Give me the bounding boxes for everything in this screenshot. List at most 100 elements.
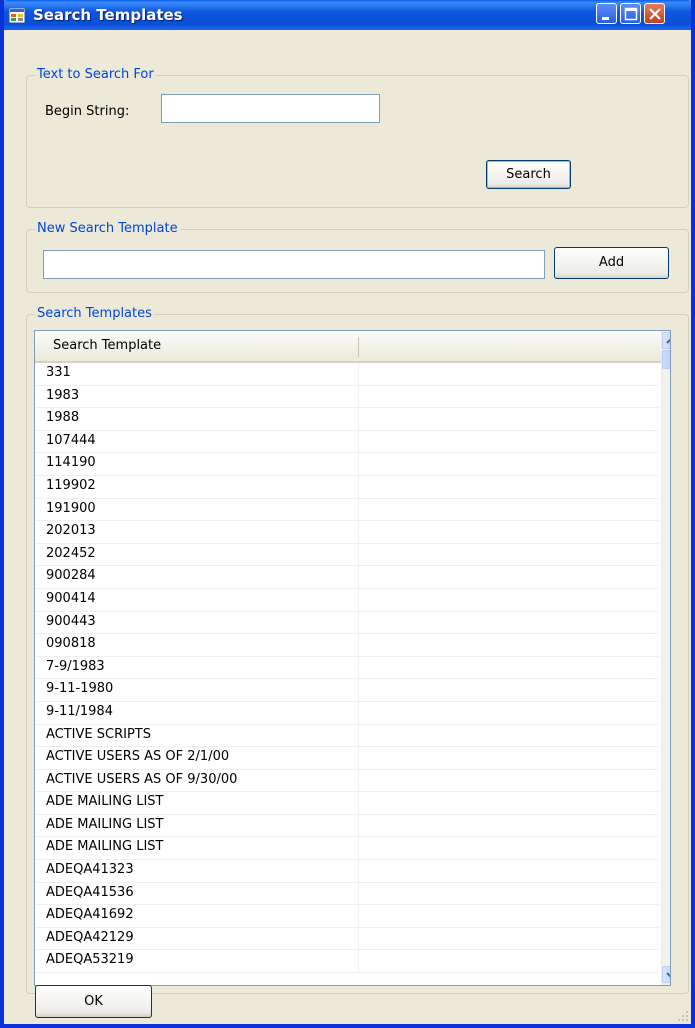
search-button[interactable]: Search [486,160,571,189]
row-template-text: 9-11-1980 [46,681,114,697]
table-row[interactable]: 7-9/1983 [35,656,659,680]
table-row[interactable]: ADEQA42129 [35,927,659,951]
begin-string-input[interactable] [161,94,380,123]
table-row[interactable]: 900284 [35,566,659,589]
row-template-text: 1988 [46,410,80,426]
table-row[interactable]: ACTIVE USERS AS OF 9/30/00 [35,769,659,793]
row-template-text: 191900 [46,500,96,516]
row-divider [358,905,359,927]
list-rows: 331 1983 1988 107444 114190 119902 191900 20201… [35,363,659,974]
row-divider [358,543,359,566]
table-row[interactable]: ACTIVE USERS AS OF 2/1/00 [35,747,659,770]
table-row[interactable]: 114190 [35,453,659,476]
row-template-text: 331 [46,365,71,380]
table-row[interactable]: 900443 [35,611,659,635]
chevron-down-icon [666,972,670,978]
table-row[interactable]: 331 [35,363,659,386]
minimize-button[interactable] [596,3,617,24]
table-row[interactable]: 9-11/1984 [35,701,659,725]
row-template-text: 900414 [46,590,96,606]
row-divider [358,792,359,814]
row-template-text: 900443 [46,613,96,629]
table-row[interactable]: 107444 [35,430,659,454]
column-divider[interactable] [358,337,359,357]
row-template-text: 202452 [46,545,96,561]
row-divider [358,363,359,385]
row-template-text: ACTIVE SCRIPTS [46,726,151,742]
row-template-text: ADE MAILING LIST [46,794,164,810]
templates-list[interactable]: Search Template 331 1983 1988 107444 114190 1… [34,330,671,986]
row-template-text: ADEQA41536 [46,884,134,900]
row-template-text: 7-9/1983 [46,658,105,674]
table-row[interactable]: 090818 [35,634,659,657]
row-divider [358,656,359,679]
table-row[interactable]: 1983 [35,385,659,409]
row-divider [358,724,359,747]
row-template-text: ADEQA53219 [46,952,134,968]
maximize-button[interactable] [620,3,641,24]
table-row[interactable]: ADE MAILING LIST [35,792,659,815]
scroll-down-button[interactable] [662,966,670,983]
table-row[interactable]: 1988 [35,408,659,431]
window-title: Search Templates [33,6,183,24]
vertical-scrollbar[interactable] [661,331,670,985]
row-template-text: ADEQA41323 [46,862,134,878]
row-divider [358,747,359,769]
row-divider [358,588,359,611]
table-row[interactable]: 9-11-1980 [35,679,659,702]
column-header-search-template[interactable]: Search Template [53,338,161,353]
scroll-thumb[interactable] [662,350,670,369]
table-row[interactable]: ACTIVE SCRIPTS [35,724,659,748]
row-divider [358,814,359,837]
table-row[interactable]: 900414 [35,588,659,612]
minimize-icon [602,17,609,20]
table-row[interactable]: ADEQA41323 [35,860,659,883]
row-divider [358,521,359,543]
row-divider [358,475,359,498]
table-row[interactable]: ADEQA41692 [35,905,659,928]
row-divider [358,430,359,453]
maximize-icon [624,7,638,21]
begin-string-label: Begin String: [45,104,130,119]
table-row[interactable]: ADE MAILING LIST [35,837,659,861]
close-button[interactable] [644,3,665,24]
resize-grip-icon[interactable] [677,1010,689,1022]
table-row[interactable]: ADEQA41536 [35,882,659,906]
add-button[interactable]: Add [554,247,669,279]
title-bar[interactable]: Search Templates [4,0,691,30]
row-template-text: 9-11/1984 [46,703,113,719]
row-template-text: ACTIVE USERS AS OF 9/30/00 [46,771,238,787]
row-divider [358,701,359,724]
table-row[interactable]: ADEQA53219 [35,950,659,974]
row-template-text: ADEQA41692 [46,907,134,923]
row-divider [358,837,359,860]
row-template-text: 107444 [46,432,96,448]
row-template-text: ADE MAILING LIST [46,839,164,855]
list-header: Search Template [35,331,661,363]
row-divider [358,408,359,430]
ok-button[interactable]: OK [35,985,152,1018]
row-template-text: ADEQA42129 [46,929,134,945]
row-template-text: 090818 [46,636,96,652]
row-template-text: ADE MAILING LIST [46,816,164,832]
row-divider [358,611,359,634]
row-divider [358,634,359,656]
row-divider [358,769,359,792]
text-to-search-label: Text to Search For [35,67,156,82]
table-row[interactable]: 202452 [35,543,659,567]
scroll-up-button[interactable] [662,332,670,349]
app-icon [9,8,25,23]
close-icon [649,8,661,20]
new-template-input[interactable] [43,250,545,279]
row-template-text: 202013 [46,523,96,539]
row-template-text: 114190 [46,455,96,471]
row-divider [358,882,359,905]
table-row[interactable]: 191900 [35,498,659,522]
row-divider [358,453,359,475]
table-row[interactable]: ADE MAILING LIST [35,814,659,838]
search-templates-label: Search Templates [35,306,154,321]
search-templates-window: Search Templates Text to Search For Begi… [0,0,695,1028]
table-row[interactable]: 202013 [35,521,659,544]
row-divider [358,927,359,950]
table-row[interactable]: 119902 [35,475,659,499]
